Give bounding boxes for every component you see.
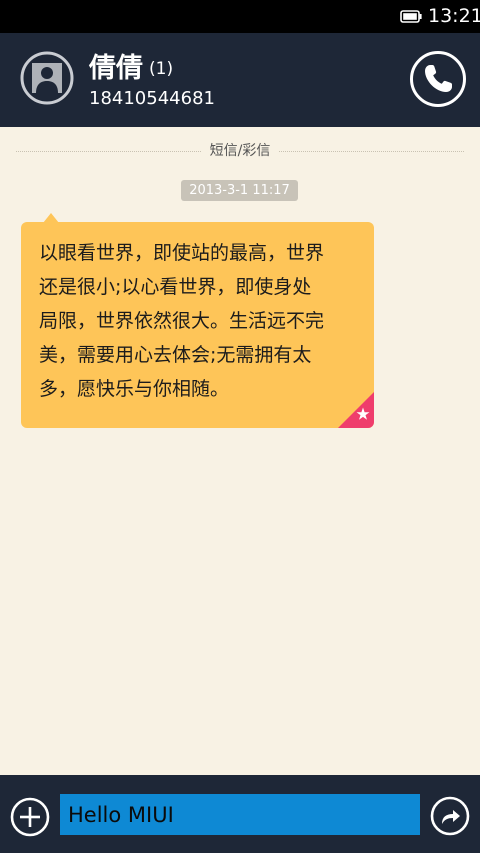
phone-icon: [425, 65, 452, 92]
contact-avatar-icon[interactable]: [20, 51, 74, 105]
divider-label: 短信/彩信: [209, 143, 271, 159]
plus-icon: [20, 807, 40, 827]
message-line: 局限，世界依然很大。生活远不完: [39, 310, 325, 332]
message-timestamp: 2013-3-1 11:17: [181, 180, 298, 201]
incoming-message-bubble[interactable]: 以眼看世界，即使站的最高，世界 还是很小;以心看世界，即使身处 局限，世界依然很大。…: [21, 222, 374, 428]
conversation-header: 倩倩 (1) 18410544681: [0, 33, 480, 127]
unread-count: (1): [149, 59, 174, 79]
message-type-divider: 短信/彩信: [16, 141, 464, 161]
message-line: 美，需要用心去体会;无需拥有太: [39, 344, 312, 366]
add-attachment-button[interactable]: [10, 797, 50, 837]
send-arrow-icon: [442, 810, 460, 824]
starred-badge: [338, 392, 374, 428]
divider-line: [16, 151, 201, 152]
status-bar: 13:21: [0, 0, 480, 33]
message-text: 以眼看世界，即使站的最高，世界 还是很小;以心看世界，即使身处 局限，世界依然很大。…: [39, 236, 359, 406]
message-line: 多，愿快乐与你相随。: [39, 378, 230, 400]
message-line: 以眼看世界，即使站的最高，世界: [39, 242, 325, 264]
send-button[interactable]: [430, 796, 470, 836]
divider-line: [279, 151, 464, 152]
message-input[interactable]: [60, 794, 420, 835]
message-line: 还是很小;以心看世界，即使身处: [39, 276, 312, 298]
contact-phone-number: 18410544681: [89, 88, 215, 109]
battery-icon: [400, 10, 422, 23]
contact-name: 倩倩: [89, 53, 143, 84]
status-clock: 13:21: [428, 5, 480, 27]
call-button[interactable]: [409, 50, 467, 108]
compose-bar: [0, 775, 480, 853]
